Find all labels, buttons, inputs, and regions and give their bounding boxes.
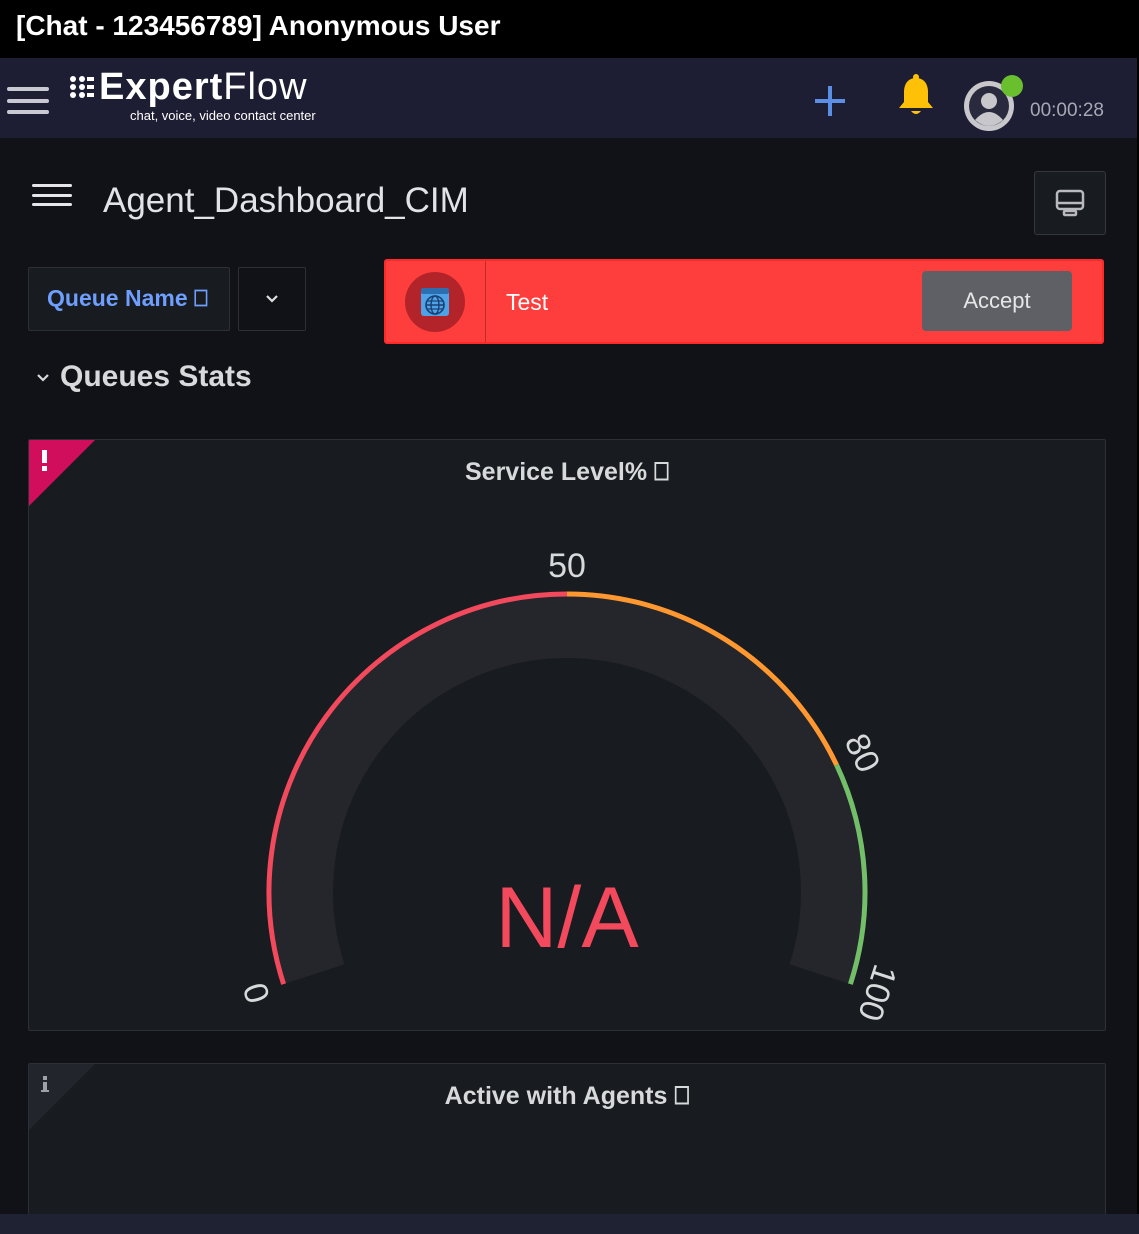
user-avatar-icon — [964, 75, 1023, 131]
queue-name-variable[interactable]: Queue Name ⎕ — [28, 267, 230, 331]
gauge-tick-label: 100 — [850, 960, 904, 1026]
menu-icon-bar — [7, 98, 49, 103]
row-title: Queues Stats — [60, 360, 252, 393]
incoming-chat-notification: Test Accept — [384, 259, 1104, 344]
main-menu-button[interactable] — [7, 87, 49, 114]
menu-icon-bar — [32, 193, 72, 197]
window-title-bar: [Chat - 123456789] Anonymous User — [0, 0, 1139, 58]
chevron-down-icon — [266, 295, 278, 303]
app-header: ExpertFlow chat, voice, video contact ce… — [0, 58, 1139, 138]
service-level-gauge: 0 50 80 100 N/A — [236, 547, 904, 1026]
menu-icon-bar — [7, 110, 49, 114]
session-timer: 00:00:28 — [1030, 100, 1104, 121]
panel-title: Active with Agents ⎕ — [444, 1082, 690, 1110]
agent-avatar[interactable] — [962, 74, 1024, 134]
customer-name: Test — [506, 289, 549, 315]
tv-mode-button[interactable] — [1034, 171, 1106, 235]
channel-badge — [405, 272, 465, 332]
bottom-bar — [0, 1214, 1139, 1234]
menu-icon-bar — [32, 203, 72, 206]
monitor-icon — [1055, 189, 1085, 217]
notifications-button[interactable] — [896, 74, 936, 118]
active-with-agents-panel[interactable]: Active with Agents ⎕ — [28, 1063, 1106, 1233]
presence-status-dot — [1001, 75, 1023, 97]
menu-icon-bar — [7, 87, 49, 91]
chevron-down-icon — [37, 374, 49, 382]
logo-mark-icon — [70, 76, 94, 98]
queue-name-label: Queue Name ⎕ — [47, 285, 208, 311]
gauge-tick-label: 50 — [548, 547, 586, 585]
window-title: [Chat - 123456789] Anonymous User — [16, 10, 501, 41]
service-level-panel[interactable]: Service Level% ⎕ 0 50 80 100 N/A — [28, 439, 1106, 1031]
globe-icon — [421, 288, 449, 316]
panel-title: Service Level% ⎕ — [464, 458, 669, 486]
menu-icon-bar — [32, 184, 72, 187]
logo-tagline: chat, voice, video contact center — [130, 108, 316, 123]
channel-icon-area — [386, 261, 486, 342]
dashboard-title: Agent_Dashboard_CIM — [103, 181, 469, 220]
accept-button[interactable]: Accept — [922, 271, 1072, 331]
queue-name-select[interactable] — [238, 267, 306, 331]
expertflow-logo: ExpertFlow chat, voice, video contact ce… — [69, 66, 329, 126]
gauge-value: N/A — [495, 870, 639, 966]
logo-brand: ExpertFlow — [99, 66, 308, 108]
plus-icon — [815, 86, 845, 116]
bell-icon — [899, 74, 933, 114]
gauge-tick-label: 80 — [837, 728, 887, 778]
gauge-tick-label: 0 — [236, 978, 278, 1008]
add-button[interactable] — [811, 82, 849, 120]
dashboard-menu-button[interactable] — [32, 184, 72, 206]
